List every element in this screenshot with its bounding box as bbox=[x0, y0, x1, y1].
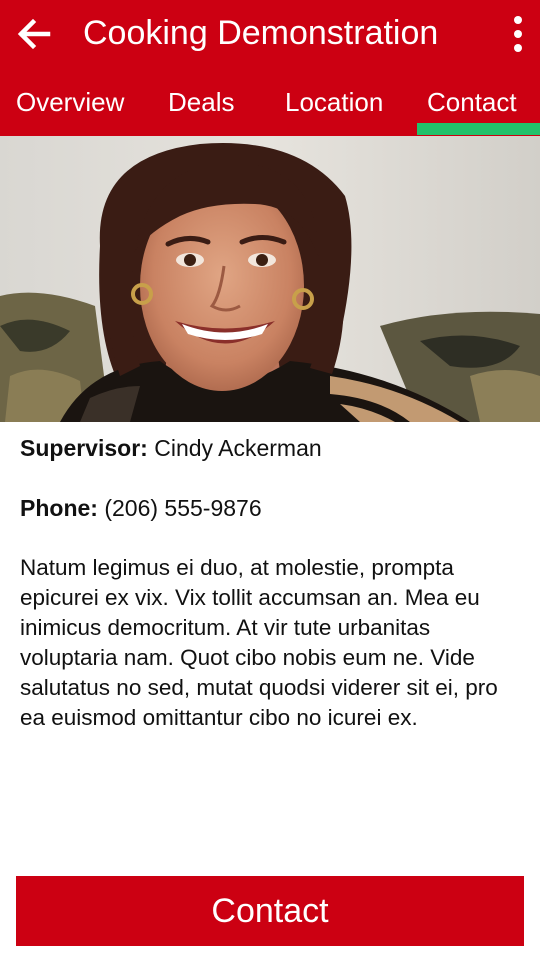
supervisor-photo bbox=[0, 136, 540, 422]
description-text: Natum legimus ei duo, at molestie, promp… bbox=[20, 555, 498, 730]
more-vertical-icon bbox=[514, 16, 522, 24]
arrow-left-icon bbox=[17, 18, 51, 50]
overflow-menu-button[interactable] bbox=[504, 12, 532, 56]
phone-label: Phone: bbox=[20, 495, 98, 521]
page-title: Cooking Demonstration bbox=[83, 14, 439, 52]
phone-row: Phone: (206) 555-9876 bbox=[20, 493, 525, 523]
toolbar: Cooking Demonstration bbox=[0, 0, 540, 68]
back-button[interactable] bbox=[10, 12, 58, 56]
contact-button[interactable]: Contact bbox=[16, 876, 524, 946]
contact-details: Supervisor: Cindy Ackerman Phone: (206) … bbox=[20, 433, 525, 733]
app-bar: Cooking Demonstration Overview Deals Loc… bbox=[0, 0, 540, 136]
supervisor-row: Supervisor: Cindy Ackerman bbox=[20, 433, 525, 463]
supervisor-name: Cindy Ackerman bbox=[154, 435, 322, 461]
tab-deals[interactable]: Deals bbox=[168, 68, 234, 136]
tab-location[interactable]: Location bbox=[285, 68, 383, 136]
tab-overview[interactable]: Overview bbox=[16, 68, 124, 136]
active-tab-indicator bbox=[417, 123, 540, 135]
supervisor-label: Supervisor: bbox=[20, 435, 148, 461]
phone-value[interactable]: (206) 555-9876 bbox=[104, 495, 261, 521]
